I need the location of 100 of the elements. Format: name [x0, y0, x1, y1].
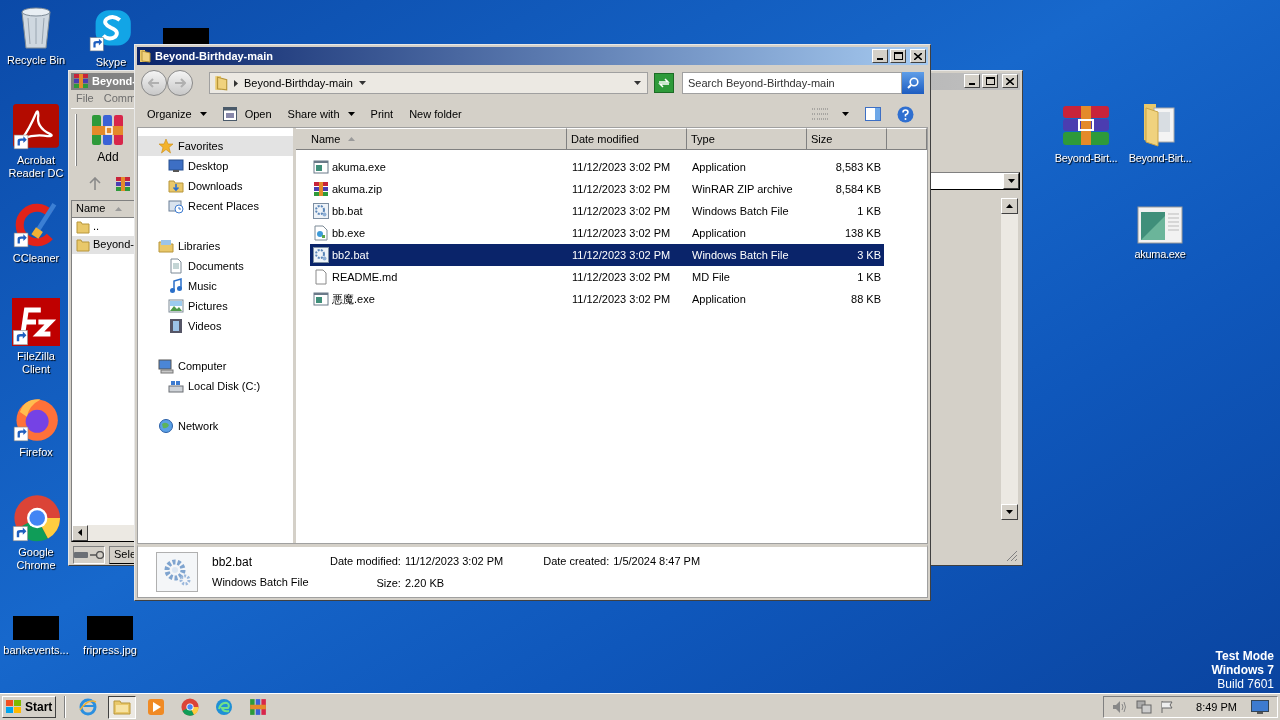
nav-item[interactable]: Desktop: [138, 156, 293, 176]
search-field[interactable]: Search Beyond-Birthday-main: [682, 72, 902, 94]
nav-item[interactable]: Music: [138, 276, 293, 296]
forward-button[interactable]: [167, 70, 193, 96]
file-name: ..: [93, 219, 100, 235]
file-row[interactable]: ..: [72, 217, 134, 236]
window-icon: [222, 107, 237, 121]
address-bar[interactable]: Beyond-Birthday-main: [209, 72, 649, 94]
network-icon[interactable]: [1136, 700, 1153, 714]
archive-books-icon: [313, 181, 329, 197]
caret-icon: [842, 112, 849, 116]
library-folder-icon: [158, 238, 174, 254]
file-row[interactable]: bb2.bat 11/12/2023 3:02 PM Windows Batch File 3 KB: [310, 244, 884, 266]
refresh-icon: [658, 78, 671, 88]
column-header[interactable]: Name: [72, 200, 134, 218]
view-options-button[interactable]: [812, 108, 849, 120]
file-row[interactable]: bb.bat 11/12/2023 3:02 PM Windows Batch File 1 KB: [310, 200, 884, 222]
desktop-icon-label[interactable]: Google Chrome: [3, 546, 69, 572]
file-name: bb2.bat: [332, 247, 369, 263]
nav-item[interactable]: Downloads: [138, 176, 293, 196]
desktop-icon-label[interactable]: Beyond-Birt...: [1054, 152, 1118, 165]
horizontal-scrollbar[interactable]: [72, 524, 134, 541]
column-header[interactable]: Date modified: [567, 128, 687, 150]
details-label: Date created:: [542, 553, 610, 569]
desktop-notice: Windows 7: [1211, 663, 1274, 677]
search-icon: [907, 77, 919, 89]
refresh-button[interactable]: [654, 73, 674, 93]
column-header[interactable]: Type: [687, 128, 807, 150]
column-header[interactable]: Size: [807, 128, 887, 150]
path-dropdown[interactable]: [928, 171, 1020, 190]
details-value: 2.20 KB: [404, 576, 446, 591]
desktop-icon-label[interactable]: akuma.exe: [1134, 248, 1186, 261]
command-button[interactable]: Print: [370, 105, 394, 123]
file-row[interactable]: akuma.exe 11/12/2023 3:02 PM Application 8,583 KB: [310, 156, 884, 178]
file-row[interactable]: akuma.zip 11/12/2023 3:02 PM WinRAR ZIP archive 8,584 KB: [310, 178, 884, 200]
archive-books-icon: [248, 698, 269, 716]
nav-label: Libraries: [178, 238, 221, 254]
gear-icon: [313, 247, 329, 263]
maximize-button[interactable]: [890, 49, 906, 63]
column-header[interactable]: Name: [296, 128, 567, 150]
file-name: akuma.exe: [332, 159, 386, 175]
command-button[interactable]: Organize: [147, 105, 207, 123]
desktop-icon-label[interactable]: CCleaner: [12, 252, 60, 265]
nav-label: Desktop: [188, 158, 229, 174]
date-cell-text: 11/12/2023 3:02 PM: [571, 159, 672, 175]
taskbar-app-button[interactable]: [108, 695, 137, 719]
back-button[interactable]: [141, 70, 167, 96]
clock[interactable]: 8:49 PM: [1196, 698, 1237, 716]
close-button[interactable]: [910, 49, 926, 63]
nav-item[interactable]: Documents: [138, 256, 293, 276]
help-icon[interactable]: [897, 105, 914, 123]
start-button[interactable]: Start: [2, 696, 57, 718]
breadcrumb-item[interactable]: Beyond-Birthday-main: [244, 74, 353, 92]
preview-pane-icon[interactable]: [865, 107, 881, 121]
desktop-notice: Build 7601: [1217, 677, 1274, 691]
nav-item[interactable]: Videos: [138, 316, 293, 336]
add-button[interactable]: Add: [91, 114, 125, 166]
nav-item[interactable]: Pictures: [138, 296, 293, 316]
desktop-icon-label[interactable]: Acrobat Reader DC: [3, 154, 69, 180]
desktop-icon-label[interactable]: Firefox: [19, 446, 53, 459]
nav-label: Pictures: [188, 298, 228, 314]
nav-item[interactable]: Network: [138, 416, 293, 436]
command-button[interactable]: Share with: [287, 105, 355, 123]
command-button[interactable]: New folder: [409, 105, 462, 123]
type-cell-text: Application: [691, 225, 747, 241]
size-cell-text: 1 KB: [856, 269, 882, 285]
command-button[interactable]: Open: [222, 105, 272, 123]
file-row[interactable]: bb.exe 11/12/2023 3:02 PM Application 138 KB: [310, 222, 884, 244]
nav-item[interactable]: Recent Places: [138, 196, 293, 216]
desktop-icon-label[interactable]: Skype: [95, 56, 127, 69]
desktop-icon-label[interactable]: bankevents...: [3, 644, 69, 657]
column-label: Size: [811, 131, 833, 147]
flag-icon[interactable]: [1160, 700, 1175, 714]
nav-item[interactable]: Local Disk (C:): [138, 376, 293, 396]
film-strip-icon: [168, 318, 184, 334]
resize-grip-icon[interactable]: [1006, 549, 1018, 562]
close-icon: [914, 52, 922, 60]
column-label: Name: [311, 131, 341, 147]
window-title: Beyond-: [92, 74, 136, 89]
close-button[interactable]: [1002, 74, 1018, 89]
desktop-icon-label[interactable]: Beyond-Birt...: [1128, 152, 1192, 165]
file-row[interactable]: Beyond-: [72, 235, 134, 254]
nav-item[interactable]: Libraries: [138, 236, 293, 256]
file-row[interactable]: README.md 11/12/2023 3:02 PM MD File 1 KB: [310, 266, 884, 288]
search-button[interactable]: [902, 72, 924, 94]
desktop-icon-label[interactable]: FileZilla Client: [3, 350, 69, 376]
date-cell-text: 11/12/2023 3:02 PM: [571, 225, 672, 241]
minimize-button[interactable]: [964, 74, 980, 89]
desktop-icon-label[interactable]: fripress.jpg: [83, 644, 137, 657]
maximize-button[interactable]: [982, 74, 998, 89]
folder-icon: [76, 237, 90, 252]
show-desktop-icon[interactable]: [1251, 700, 1269, 714]
nav-item[interactable]: Computer: [138, 356, 293, 376]
vertical-scrollbar[interactable]: [1001, 197, 1018, 520]
nav-item[interactable]: Favorites: [138, 136, 293, 156]
folder-icon: [113, 699, 132, 715]
file-row[interactable]: 悪魔.exe 11/12/2023 3:02 PM Application 88 KB: [310, 288, 884, 310]
desktop-icon-label[interactable]: Recycle Bin: [6, 54, 66, 67]
minimize-button[interactable]: [872, 49, 888, 63]
up-arrow-icon: [1006, 203, 1013, 208]
